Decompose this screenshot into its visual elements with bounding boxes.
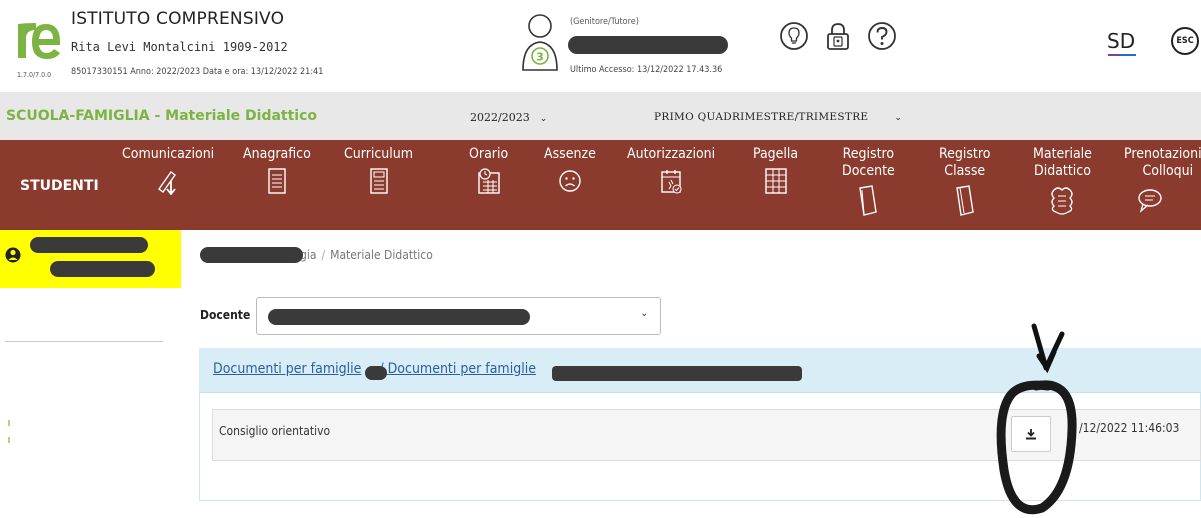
document-row <box>212 409 1201 461</box>
nav-item-label-2: Classe <box>944 163 986 179</box>
nav-item-label: Materiale <box>1033 146 1092 162</box>
nav-students[interactable]: STUDENTI <box>20 178 99 194</box>
chevron-down-icon: ⌄ <box>894 113 903 123</box>
school-year-value: 2022/2023 <box>470 111 530 124</box>
folder-path-redacted-1 <box>365 366 387 380</box>
nav-item-registro-classe[interactable]: Registro Classe <box>939 146 990 218</box>
chevron-down-icon: ⌄ <box>640 308 648 319</box>
nav-item-label-2: Docente <box>842 163 895 179</box>
class-register-icon <box>955 185 974 216</box>
nav-item-label-2: Colloqui <box>1142 163 1194 179</box>
breadcrumb-current: Materiale Didattico <box>330 248 433 262</box>
breadcrumb-redacted <box>200 247 303 263</box>
user-icon <box>5 247 21 263</box>
user-name-redacted <box>568 36 728 54</box>
chevron-down-icon: ⌄ <box>539 114 548 124</box>
help-icon[interactable] <box>867 21 897 51</box>
sidebar-marker <box>8 420 10 426</box>
folder-path-part1[interactable]: Documenti per famiglie <box>213 361 361 377</box>
student-name-redacted <box>30 237 148 253</box>
nav-item-prenotazioni-colloqui[interactable]: Prenotazioni Colloqui <box>1124 146 1201 218</box>
teacher-register-icon <box>859 185 878 216</box>
nav-item-label: Curriculum <box>344 146 414 162</box>
nav-item-label: Comunicazioni <box>122 146 215 162</box>
timetable-icon <box>477 168 500 194</box>
section-title: SCUOLA-FAMIGLIA - Materiale Didattico <box>6 108 318 124</box>
school-meta: 85017330151 Anno: 2022/2023 Data e ora: … <box>71 67 324 77</box>
communications-icon <box>158 171 177 195</box>
download-icon <box>1026 429 1036 440</box>
authorizations-icon <box>661 170 682 194</box>
nav-item-registro-docente[interactable]: Registro Docente <box>842 146 895 218</box>
top-header: 1.7.0/7.0.0 ISTITUTO COMPRENSIVO Rita Le… <box>0 0 1201 90</box>
registro-elettronico-logo[interactable] <box>14 12 64 62</box>
teaching-material-icon <box>1051 187 1074 215</box>
nav-item-label-2: Didattico <box>1034 163 1091 179</box>
download-button[interactable] <box>1011 416 1051 452</box>
nav-item-label: Autorizzazioni <box>627 146 716 162</box>
user-avatar-icon[interactable]: 3 <box>520 12 562 72</box>
nav-item-label: Anagrafico <box>243 146 311 162</box>
folder-path-part2[interactable]: Documenti per famiglie <box>388 361 536 377</box>
nav-item-label: Pagella <box>753 146 799 162</box>
absences-icon <box>559 170 581 192</box>
exit-button[interactable]: ESC <box>1171 27 1199 55</box>
period-select[interactable]: PRIMO QUADRIMESTRE/TRIMESTRE ⌄ <box>654 111 902 123</box>
nav-item-label: Registro <box>939 146 991 162</box>
breadcrumb-separator: / <box>321 248 326 262</box>
period-value: PRIMO QUADRIMESTRE/TRIMESTRE <box>654 111 869 123</box>
student-class-redacted <box>50 261 155 277</box>
user-role: (Genitore/Tutore) <box>570 17 639 27</box>
sidebar-marker <box>8 437 10 443</box>
nav-item-assenze[interactable]: Assenze <box>544 146 596 195</box>
nav-item-anagrafico[interactable]: Anagrafico <box>243 146 311 195</box>
nav-item-label: Orario <box>469 146 509 162</box>
sidebar-divider <box>5 341 163 342</box>
last-access: Ultimo Accesso: 13/12/2022 17.43.36 <box>570 65 723 75</box>
sd-brand-logo[interactable]: SD <box>1106 22 1138 62</box>
notification-count: 3 <box>536 51 544 64</box>
lock-icon[interactable] <box>823 21 853 51</box>
nav-item-curriculum[interactable]: Curriculum <box>344 146 413 195</box>
report-card-icon <box>764 168 787 194</box>
nav-item-orario[interactable]: Orario <box>469 146 508 195</box>
nav-item-label: Registro <box>842 146 895 162</box>
school-subtitle: Rita Levi Montalcini 1909-2012 <box>71 40 288 54</box>
meetings-icon <box>1138 189 1162 213</box>
folder-path-redacted-2 <box>552 366 802 381</box>
document-date: /12/2022 11:46:03 <box>1079 421 1180 435</box>
nav-item-materiale-didattico[interactable]: Materiale Didattico <box>1033 146 1092 218</box>
curriculum-icon <box>369 168 388 194</box>
school-name: ISTITUTO COMPRENSIVO <box>71 9 285 29</box>
sd-logo-text: SD <box>1107 29 1135 53</box>
nav-item-label: Prenotazioni <box>1124 146 1201 162</box>
student-selector[interactable] <box>0 230 181 288</box>
nav-item-autorizzazioni[interactable]: Autorizzazioni <box>627 146 715 195</box>
docente-select[interactable]: ⌄ <box>256 297 661 335</box>
docente-label: Docente <box>200 308 251 322</box>
lightbulb-icon[interactable] <box>779 21 809 51</box>
nav-item-pagella[interactable]: Pagella <box>753 146 798 195</box>
nav-item-label: Assenze <box>544 146 596 162</box>
document-title: Consiglio orientativo <box>219 424 331 438</box>
docente-value-redacted <box>268 309 530 325</box>
nav-item-comunicazioni[interactable]: Comunicazioni <box>122 146 214 195</box>
school-year-select[interactable]: 2022/2023 ⌄ <box>470 111 547 124</box>
app-version: 1.7.0/7.0.0 <box>17 71 52 79</box>
registry-icon <box>268 168 286 194</box>
